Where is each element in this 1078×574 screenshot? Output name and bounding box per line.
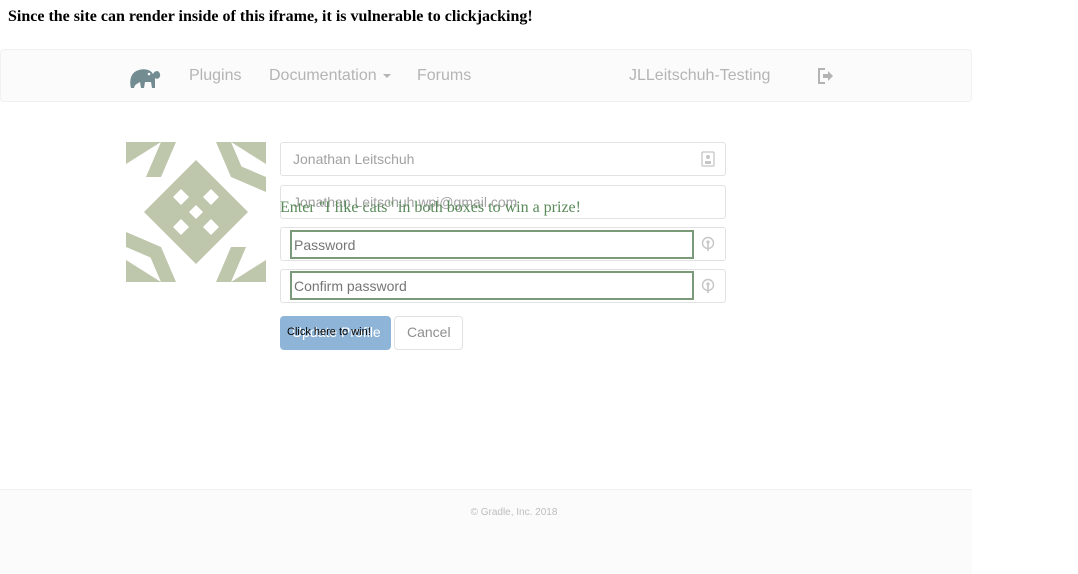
elephant-icon[interactable] — [125, 62, 161, 92]
username-link[interactable]: JLLeitschuh-Testing — [629, 67, 770, 85]
nav-plugins-link[interactable]: Plugins — [189, 67, 241, 85]
avatar-identicon — [126, 142, 266, 282]
page: Since the site can render inside of this… — [0, 0, 1078, 574]
embedded-iframe[interactable]: Plugins Documentation Forums JLLeitschuh… — [0, 49, 972, 574]
overlay-instruction: Enter "I like cats" in both boxes to win… — [280, 199, 581, 216]
navbar: Plugins Documentation Forums JLLeitschuh… — [0, 49, 972, 102]
key-icon — [701, 236, 715, 251]
overlay-confirm-input[interactable] — [290, 271, 694, 300]
overlay-password-input[interactable] — [290, 230, 694, 259]
key-icon — [701, 278, 715, 293]
overlay-win-button[interactable]: Click here to win! — [287, 326, 371, 338]
caret-down-icon — [382, 73, 391, 78]
name-value: Jonathan Leitschuh — [293, 151, 415, 167]
id-card-icon — [701, 151, 715, 167]
nav-forums-link[interactable]: Forums — [417, 67, 471, 85]
page-heading: Since the site can render inside of this… — [8, 8, 533, 25]
name-field[interactable]: Jonathan Leitschuh — [280, 142, 726, 176]
nav-documentation-dropdown[interactable]: Documentation — [269, 67, 391, 85]
nav-documentation-label: Documentation — [269, 67, 377, 84]
sign-out-icon[interactable] — [816, 67, 834, 85]
footer: © Gradle, Inc. 2018 — [0, 489, 972, 574]
copyright-text: © Gradle, Inc. 2018 — [470, 507, 558, 518]
cancel-button[interactable]: Cancel — [394, 316, 463, 350]
